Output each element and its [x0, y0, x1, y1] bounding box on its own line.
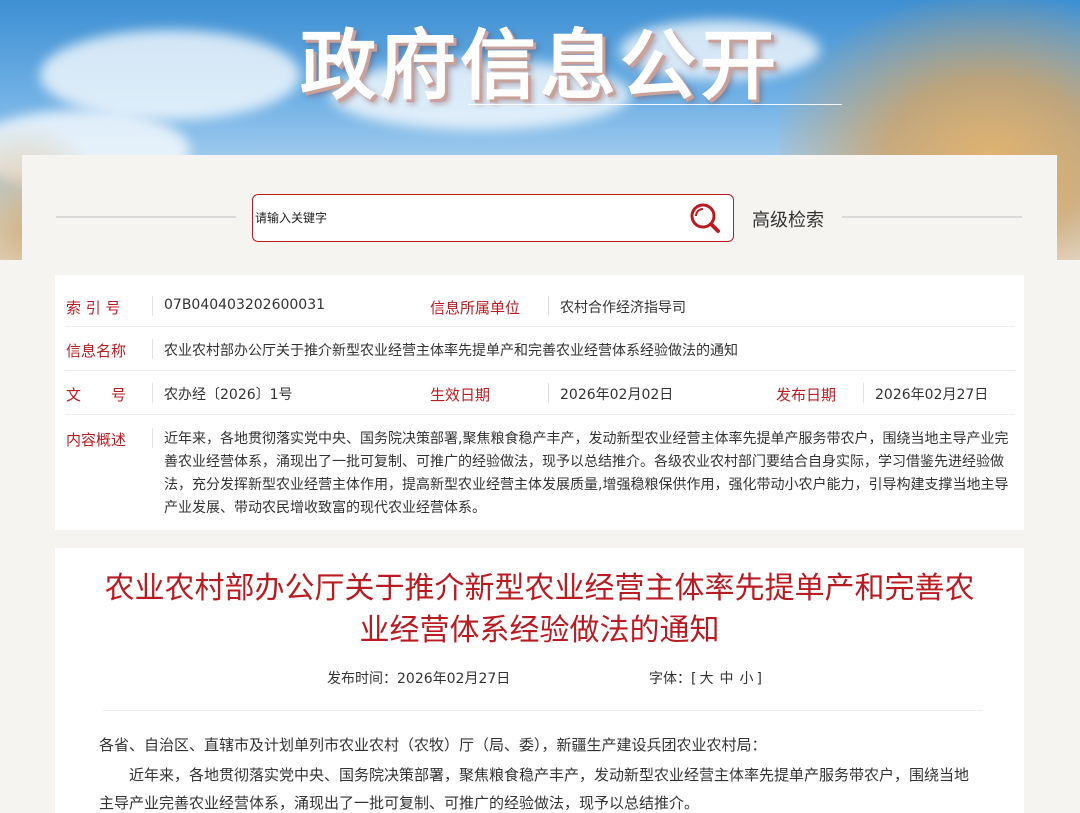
font-size-large-button[interactable]: 大: [699, 671, 713, 687]
name-value: 农业农村部办公厅关于推介新型农业经营主体率先提单产和完善农业经营体系经验做法的通…: [164, 343, 738, 359]
font-size-small-button[interactable]: 小: [739, 671, 753, 687]
article-body: 农业农村部办公厅关于推介新型农业经营主体率先提单产和完善农 业经营体系经验做法的…: [55, 548, 1024, 813]
unit-label: 信息所属单位: [430, 299, 521, 317]
info-metadata-card: 索 引 号 07B040403202600031 信息所属单位 农村合作经济指导…: [55, 275, 1024, 530]
search-icon: [690, 203, 720, 233]
divider: [152, 296, 153, 316]
publish-time-value: 2026年02月27日: [397, 671, 511, 687]
publish-date-label: 发布日期: [776, 386, 837, 404]
effective-date-label: 生效日期: [430, 386, 491, 404]
effective-date-value: 2026年02月02日: [560, 387, 674, 403]
divider: [152, 339, 153, 359]
paragraph-line: 主导产业完善农业经营体系，涌现出了一批可复制、可推广的经验做法，现予以总结推介。: [99, 794, 700, 812]
search-button[interactable]: [677, 195, 733, 241]
name-label: 信息名称: [66, 342, 127, 360]
divider: [548, 383, 549, 403]
search-box: [252, 194, 734, 242]
docno-label: 文 号: [66, 386, 127, 404]
divider: [548, 296, 549, 316]
bracket: ]: [756, 671, 762, 687]
salutation: 各省、自治区、直辖市及计划单列市农业农村（农牧）厅（局、委），新疆生产建设兵团农…: [99, 736, 767, 754]
bracket: [: [691, 671, 697, 687]
font-size-label: 字体：: [649, 671, 691, 687]
summary-text: 近年来，各地贯彻落实党中央、国务院决策部署,聚焦粮食稳产丰产，发动新型农业经营主…: [164, 431, 1009, 516]
index-value: 07B040403202600031: [164, 297, 326, 313]
divider: [863, 383, 864, 403]
divider: [152, 383, 153, 403]
docno-value: 农办经〔2026〕1号: [164, 387, 293, 403]
meta-row-index: 索 引 号 07B040403202600031 信息所属单位 农村合作经济指导…: [65, 285, 1015, 327]
article-title-line: 农业农村部办公厅关于推介新型农业经营主体率先提单产和完善农: [104, 571, 975, 606]
font-size-medium-button[interactable]: 中: [719, 671, 733, 687]
page-title: 政府信息公开: [300, 21, 780, 110]
divider: [842, 216, 1022, 218]
unit-value: 农村合作经济指导司: [560, 300, 686, 316]
article-publish-time: 发布时间：2026年02月27日: [327, 668, 510, 688]
search-input[interactable]: [253, 195, 677, 241]
title-underline: [468, 104, 842, 105]
meta-row-docno: 文 号 农办经〔2026〕1号 生效日期 2026年02月02日 发布日期 20…: [65, 372, 1015, 415]
paragraph-line: 近年来，各地贯彻落实党中央、国务院决策部署，聚焦粮食稳产丰产，发动新型农业经营主…: [129, 766, 970, 784]
divider: [56, 216, 236, 218]
advanced-search-link[interactable]: 高级检索: [752, 206, 824, 232]
font-size-control: 字体：[大中小]: [649, 668, 762, 688]
meta-row-name: 信息名称 农业农村部办公厅关于推介新型农业经营主体率先提单产和完善农业经营体系经…: [65, 328, 1015, 371]
divider: [103, 710, 983, 711]
article-title: 农业农村部办公厅关于推介新型农业经营主体率先提单产和完善农 业经营体系经验做法的…: [95, 568, 984, 652]
publish-time-label: 发布时间：: [327, 671, 397, 687]
index-label: 索 引 号: [66, 299, 121, 317]
article-title-line: 业经营体系经验做法的通知: [359, 613, 720, 648]
divider: [152, 428, 153, 448]
publish-date-value: 2026年02月27日: [875, 387, 989, 403]
summary-label: 内容概述: [66, 431, 127, 449]
